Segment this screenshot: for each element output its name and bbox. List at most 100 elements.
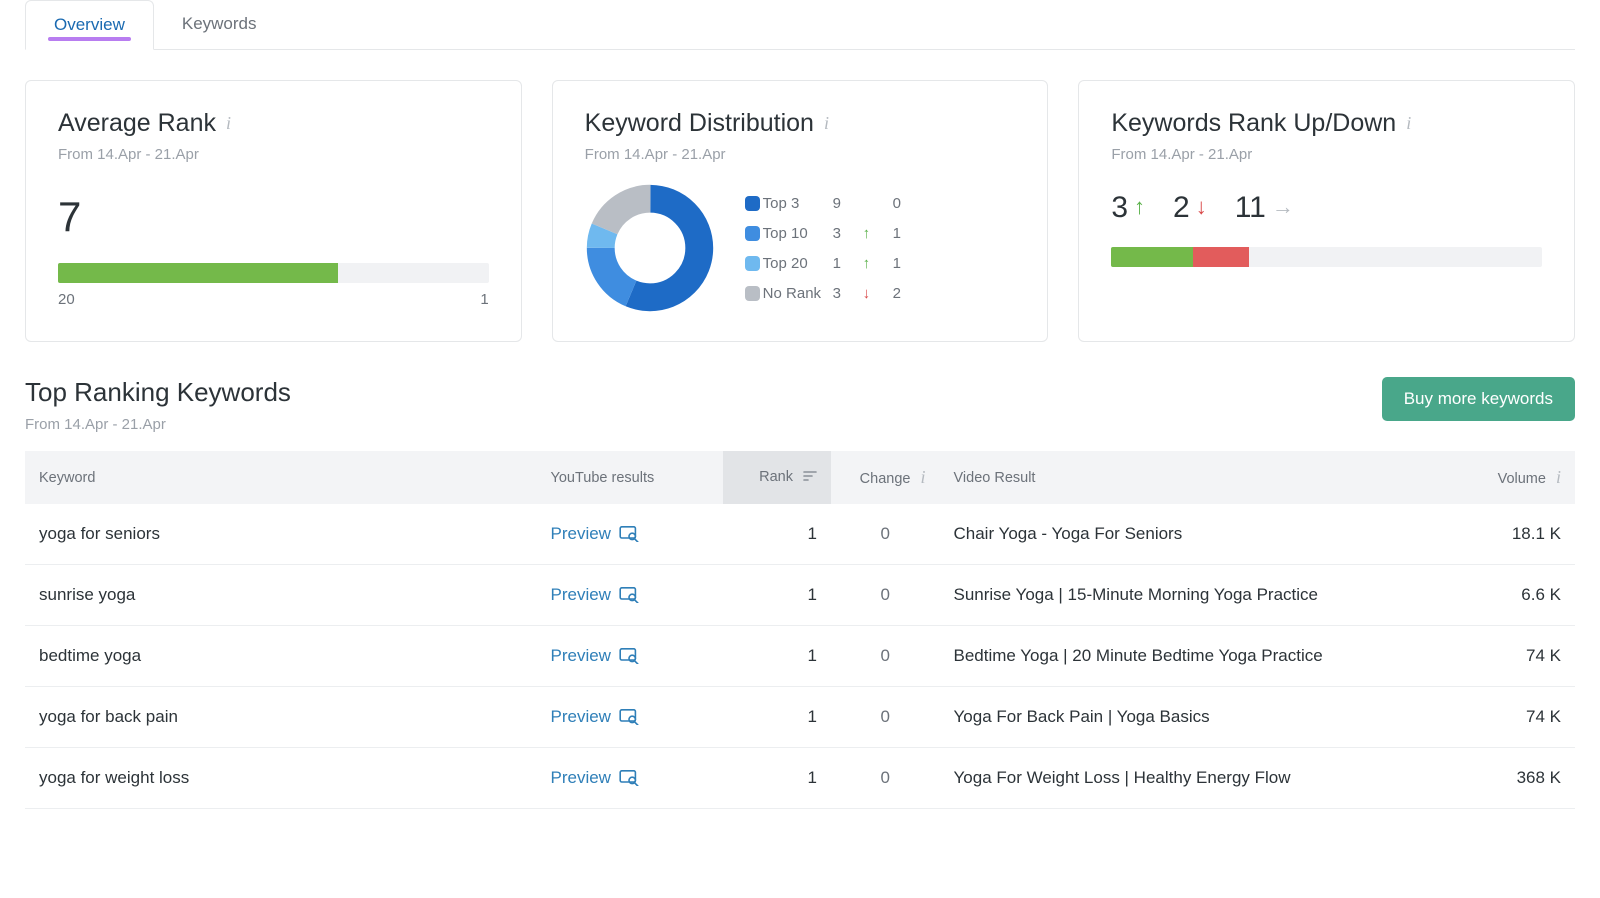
cell-keyword: yoga for seniors bbox=[25, 504, 537, 565]
table-row: yoga for seniors Preview 10Chair Yoga - Y… bbox=[25, 504, 1575, 565]
legend-row: Top 103↑1 bbox=[745, 218, 1016, 248]
preview-link[interactable]: Preview bbox=[551, 524, 639, 544]
cell-preview: Preview bbox=[537, 687, 723, 748]
legend-delta: 2 bbox=[893, 285, 923, 302]
legend-swatch bbox=[745, 286, 760, 301]
th-volume[interactable]: Volume i bbox=[1451, 451, 1575, 504]
preview-icon bbox=[619, 587, 639, 603]
preview-link[interactable]: Preview bbox=[551, 646, 639, 666]
th-youtube-results[interactable]: YouTube results bbox=[537, 451, 723, 504]
legend-delta: 0 bbox=[893, 195, 923, 212]
arrow-down-icon: ↓ bbox=[863, 285, 871, 302]
cell-keyword: yoga for weight loss bbox=[25, 748, 537, 809]
arrow-down-icon: ↓ bbox=[1196, 194, 1207, 220]
info-icon[interactable]: i bbox=[226, 113, 231, 134]
legend-count: 1 bbox=[833, 255, 863, 272]
arrow-up-icon: ↑ bbox=[863, 225, 871, 242]
cell-change: 0 bbox=[831, 748, 940, 809]
card-rank-up-down: Keywords Rank Up/Down i From 14.Apr - 21… bbox=[1078, 80, 1575, 342]
arrow-up-icon: ↑ bbox=[863, 255, 871, 272]
th-video-result[interactable]: Video Result bbox=[940, 451, 1452, 504]
average-rank-value: 7 bbox=[58, 193, 489, 241]
cell-change: 0 bbox=[831, 565, 940, 626]
rank-up-count: 3↑ bbox=[1111, 191, 1145, 225]
legend-swatch bbox=[745, 226, 760, 241]
table-row: bedtime yogaPreview 10Bedtime Yoga | 20 … bbox=[25, 626, 1575, 687]
cell-rank: 1 bbox=[723, 687, 832, 748]
table-row: yoga for back painPreview 10Yoga For Bac… bbox=[25, 687, 1575, 748]
keywords-table: Keyword YouTube results Rank Change i Vi… bbox=[25, 451, 1575, 809]
info-icon[interactable]: i bbox=[920, 467, 925, 487]
cell-change: 0 bbox=[831, 687, 940, 748]
tab-overview[interactable]: Overview bbox=[25, 0, 154, 50]
preview-link[interactable]: Preview bbox=[551, 707, 639, 727]
buy-more-keywords-button[interactable]: Buy more keywords bbox=[1382, 377, 1575, 421]
info-icon[interactable]: i bbox=[1556, 467, 1561, 487]
cell-change: 0 bbox=[831, 504, 940, 565]
sort-icon bbox=[803, 470, 817, 486]
info-icon[interactable]: i bbox=[1406, 113, 1411, 134]
preview-icon bbox=[619, 648, 639, 664]
arrow-right-icon: → bbox=[1272, 194, 1294, 220]
info-icon[interactable]: i bbox=[824, 113, 829, 134]
card-title: Keyword Distribution bbox=[585, 109, 814, 138]
cell-rank: 1 bbox=[723, 748, 832, 809]
legend-row: Top 39 0 bbox=[745, 188, 1016, 218]
section-subtitle: From 14.Apr - 21.Apr bbox=[25, 416, 291, 433]
legend-count: 3 bbox=[833, 225, 863, 242]
scale-left: 20 bbox=[58, 291, 75, 308]
cell-keyword: sunrise yoga bbox=[25, 565, 537, 626]
th-keyword[interactable]: Keyword bbox=[25, 451, 537, 504]
cell-video: Sunrise Yoga | 15-Minute Morning Yoga Pr… bbox=[940, 565, 1452, 626]
legend-count: 9 bbox=[833, 195, 863, 212]
card-subtitle: From 14.Apr - 21.Apr bbox=[585, 146, 1016, 163]
cell-rank: 1 bbox=[723, 565, 832, 626]
cell-keyword: bedtime yoga bbox=[25, 626, 537, 687]
table-row: sunrise yoga Preview 10Sunrise Yoga | 15-… bbox=[25, 565, 1575, 626]
rank-flat-count: 11→ bbox=[1235, 191, 1294, 225]
legend-label: Top 20 bbox=[763, 255, 833, 272]
tabs: Overview Keywords bbox=[25, 0, 1575, 50]
scale-right: 1 bbox=[480, 291, 488, 308]
legend-count: 3 bbox=[833, 285, 863, 302]
cell-video: Yoga For Weight Loss | Healthy Energy Fl… bbox=[940, 748, 1452, 809]
preview-link[interactable]: Preview bbox=[551, 768, 639, 788]
tab-keywords[interactable]: Keywords bbox=[154, 0, 285, 49]
card-average-rank: Average Rank i From 14.Apr - 21.Apr 7 20… bbox=[25, 80, 522, 342]
cell-volume: 18.1 K bbox=[1451, 504, 1575, 565]
card-title: Average Rank bbox=[58, 109, 216, 138]
card-title: Keywords Rank Up/Down bbox=[1111, 109, 1396, 138]
legend-row: No Rank3↓ 2 bbox=[745, 278, 1016, 308]
cell-volume: 6.6 K bbox=[1451, 565, 1575, 626]
legend-delta: 1 bbox=[893, 255, 923, 272]
table-row: yoga for weight loss Preview 10Yoga For W… bbox=[25, 748, 1575, 809]
cell-preview: Preview bbox=[537, 504, 723, 565]
avg-rank-bar bbox=[58, 263, 489, 283]
preview-icon bbox=[619, 770, 639, 786]
cell-volume: 74 K bbox=[1451, 626, 1575, 687]
card-subtitle: From 14.Apr - 21.Apr bbox=[58, 146, 489, 163]
cell-video: Chair Yoga - Yoga For Seniors bbox=[940, 504, 1452, 565]
legend: Top 390Top 103↑1Top 201↑1No Rank3↓2 bbox=[745, 188, 1016, 308]
legend-swatch bbox=[745, 256, 760, 271]
preview-icon bbox=[619, 709, 639, 725]
card-subtitle: From 14.Apr - 21.Apr bbox=[1111, 146, 1542, 163]
updown-bar bbox=[1111, 247, 1542, 267]
cell-volume: 74 K bbox=[1451, 687, 1575, 748]
donut-chart bbox=[585, 183, 715, 313]
preview-icon bbox=[619, 526, 639, 542]
th-rank[interactable]: Rank bbox=[723, 451, 832, 504]
preview-link[interactable]: Preview bbox=[551, 585, 639, 605]
cell-change: 0 bbox=[831, 626, 940, 687]
th-change[interactable]: Change i bbox=[831, 451, 940, 504]
legend-label: Top 3 bbox=[763, 195, 833, 212]
cell-rank: 1 bbox=[723, 504, 832, 565]
card-keyword-distribution: Keyword Distribution i From 14.Apr - 21.… bbox=[552, 80, 1049, 342]
legend-label: No Rank bbox=[763, 285, 833, 302]
cell-video: Yoga For Back Pain | Yoga Basics bbox=[940, 687, 1452, 748]
cell-rank: 1 bbox=[723, 626, 832, 687]
arrow-up-icon: ↑ bbox=[1134, 194, 1145, 220]
legend-delta: 1 bbox=[893, 225, 923, 242]
legend-swatch bbox=[745, 196, 760, 211]
cell-preview: Preview bbox=[537, 748, 723, 809]
